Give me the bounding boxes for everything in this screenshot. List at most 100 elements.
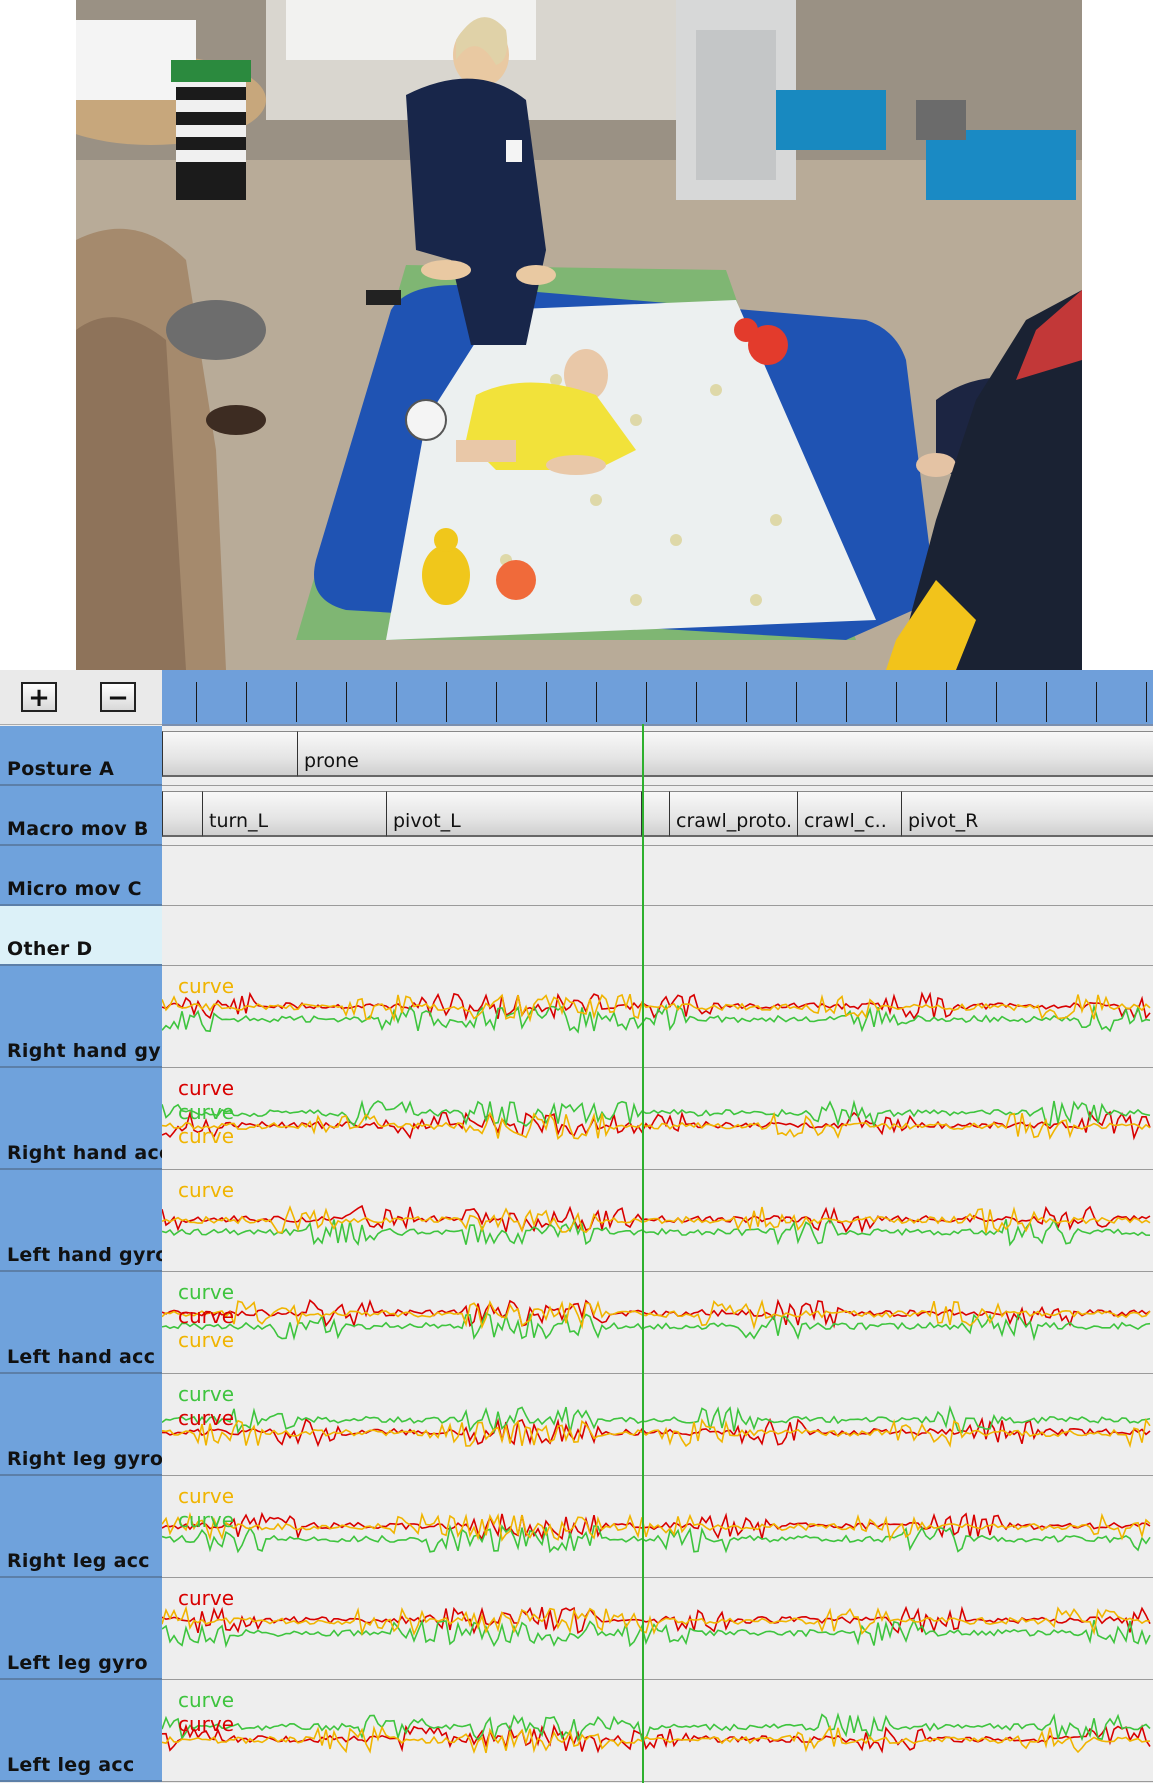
video-frame[interactable]	[76, 0, 1082, 670]
timeline-panel: + − Posture A prone Macro mov B turn_L p…	[0, 670, 1153, 1783]
track-label[interactable]: Right leg gyro	[0, 1374, 162, 1476]
playhead-cursor[interactable]	[642, 724, 644, 1783]
track-label-text: Posture A	[7, 758, 115, 780]
signal-lane[interactable]: curve curve curve	[162, 1068, 1153, 1170]
curve-legend-label: curve	[178, 1280, 235, 1304]
signal-track: Right hand acc curve curve curve	[0, 1068, 1153, 1170]
track-label[interactable]: Right hand acc	[0, 1068, 162, 1170]
segment-label: prone	[304, 750, 359, 772]
annotation-segment[interactable]: turn_L	[202, 791, 386, 837]
annotation-segment[interactable]	[643, 731, 1153, 777]
signal-lane[interactable]: curve curve curve	[162, 1272, 1153, 1374]
track-label-text: Right hand gyro	[7, 1040, 162, 1062]
signal-plot	[162, 1605, 1151, 1649]
signal-curve	[162, 1416, 1151, 1448]
signal-curve	[162, 1712, 1151, 1743]
ruler-tick	[746, 682, 747, 722]
ruler-tick	[1096, 682, 1097, 722]
track-macro-mov-b: Macro mov B turn_L pivot_L crawl_proto. …	[0, 786, 1153, 846]
curve-legend-label: curve	[178, 1484, 235, 1508]
ruler-tick	[446, 682, 447, 722]
track-posture-a: Posture A prone	[0, 726, 1153, 786]
track-label[interactable]: Right leg acc	[0, 1476, 162, 1578]
ruler-tick	[846, 682, 847, 722]
zoom-in-button[interactable]: +	[21, 682, 57, 712]
track-label[interactable]: Posture A	[0, 726, 162, 786]
track-label-text: Right leg gyro	[7, 1448, 162, 1470]
signal-track: Right hand gyro curve	[0, 966, 1153, 1068]
signal-lane[interactable]: curve curve	[162, 1476, 1153, 1578]
track-label[interactable]: Right hand gyro	[0, 966, 162, 1068]
signal-track: Left hand acc curve curve curve	[0, 1272, 1153, 1374]
zoom-out-button[interactable]: −	[100, 682, 136, 712]
ruler-tick	[1046, 682, 1047, 722]
track-label-text: Macro mov B	[7, 818, 149, 840]
ruler-tick	[596, 682, 597, 722]
track-label-text: Left hand acc	[7, 1346, 156, 1368]
signal-track: Right leg gyro curve curve	[0, 1374, 1153, 1476]
signal-lane[interactable]: curve	[162, 1578, 1153, 1680]
signal-plot	[162, 1511, 1151, 1554]
annotation-segment[interactable]: pivot_R	[901, 791, 1153, 837]
annotation-segment[interactable]	[162, 731, 297, 777]
track-micro-mov-c: Micro mov C	[0, 846, 1153, 906]
annotation-lane[interactable]	[162, 906, 1153, 966]
track-label[interactable]: Left leg gyro	[0, 1578, 162, 1680]
signal-plot	[162, 991, 1151, 1034]
ruler-tick	[346, 682, 347, 722]
curve-legend-label: curve	[178, 1328, 235, 1352]
signal-plot	[162, 1712, 1151, 1755]
signal-track: Right leg acc curve curve	[0, 1476, 1153, 1578]
ruler-tick	[896, 682, 897, 722]
ruler-tick	[296, 682, 297, 722]
track-label-text: Left leg gyro	[7, 1652, 148, 1674]
time-ruler[interactable]	[162, 670, 1153, 726]
annotation-lane[interactable]: prone	[162, 726, 1153, 786]
signal-track: Left hand gyro curve	[0, 1170, 1153, 1272]
curve-legend-label: curve	[178, 1178, 235, 1202]
track-label-text: Other D	[7, 938, 93, 960]
ruler-tick	[1146, 682, 1147, 722]
signal-lane[interactable]: curve curve	[162, 1680, 1153, 1782]
track-label-text: Right hand acc	[7, 1142, 162, 1164]
video-panel	[0, 0, 1153, 670]
ruler-tick	[546, 682, 547, 722]
curve-legend-label: curve	[178, 1406, 235, 1430]
track-label-text: Left leg acc	[7, 1754, 135, 1776]
ruler-tick	[496, 682, 497, 722]
annotation-segment[interactable]: pivot_L	[386, 791, 641, 837]
signal-lane[interactable]: curve	[162, 966, 1153, 1068]
track-label[interactable]: Other D	[0, 906, 162, 966]
ruler-tick	[396, 682, 397, 722]
curve-legend-label: curve	[178, 974, 235, 998]
segment-label: pivot_R	[908, 810, 979, 832]
signal-plot	[162, 1298, 1151, 1342]
annotation-segment[interactable]: crawl_c..	[797, 791, 901, 837]
signal-curve	[162, 1405, 1151, 1435]
track-label[interactable]: Left leg acc	[0, 1680, 162, 1782]
zoom-toolbar: + −	[0, 670, 162, 725]
track-label[interactable]: Macro mov B	[0, 786, 162, 846]
ruler-tick	[196, 682, 197, 722]
annotation-segment[interactable]	[641, 791, 669, 837]
track-other-d: Other D	[0, 906, 1153, 966]
signal-plot	[162, 1405, 1151, 1449]
ruler-tick	[796, 682, 797, 722]
annotation-segment[interactable]: prone	[297, 731, 643, 777]
signal-lane[interactable]: curve curve	[162, 1374, 1153, 1476]
signal-track: Left leg gyro curve	[0, 1578, 1153, 1680]
annotation-lane[interactable]: turn_L pivot_L crawl_proto. crawl_c.. pi…	[162, 786, 1153, 846]
curve-legend-label: curve	[178, 1124, 235, 1148]
annotation-segment[interactable]	[162, 791, 202, 837]
segment-label: turn_L	[209, 810, 269, 832]
annotation-lane[interactable]	[162, 846, 1153, 906]
track-label-text: Micro mov C	[7, 878, 142, 900]
signal-lane[interactable]: curve	[162, 1170, 1153, 1272]
track-label[interactable]: Left hand gyro	[0, 1170, 162, 1272]
annotation-segment[interactable]: crawl_proto.	[669, 791, 797, 837]
curve-legend-label: curve	[178, 1382, 235, 1406]
track-label[interactable]: Micro mov C	[0, 846, 162, 906]
curve-legend-label: curve	[178, 1688, 235, 1712]
curve-legend-label: curve	[178, 1100, 235, 1124]
track-label[interactable]: Left hand acc	[0, 1272, 162, 1374]
